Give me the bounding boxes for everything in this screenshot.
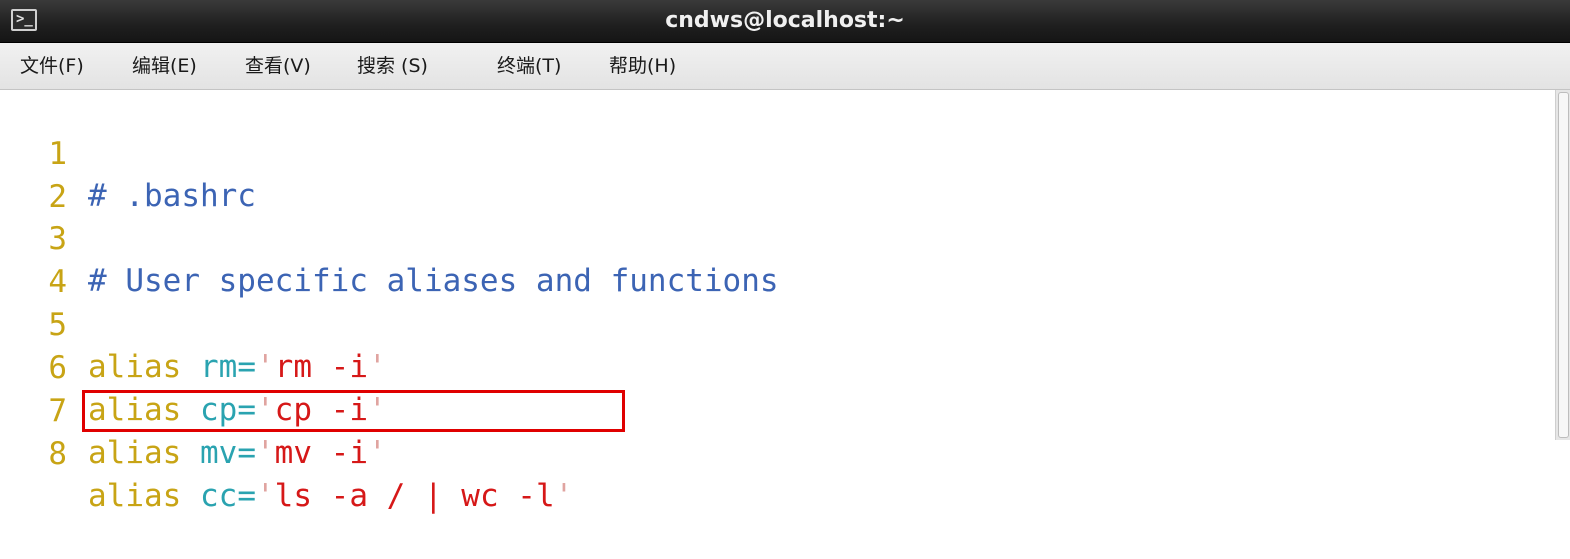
equals-sign: =	[237, 478, 256, 514]
open-quote: '	[256, 435, 275, 471]
menu-help[interactable]: 帮助(H)	[609, 43, 676, 89]
alias-name: cc	[200, 478, 238, 514]
title-bar[interactable]: >_ cndws@localhost:~	[0, 0, 1570, 43]
code-line-1: 1 # .bashrc	[0, 91, 1555, 214]
editor-area[interactable]: 1 # .bashrc 2 3 # User specific aliases …	[0, 90, 1555, 514]
code-line-5: 5 alias rm='rm -i'	[0, 262, 1555, 385]
highlight-box	[82, 390, 625, 432]
alias-keyword: alias	[88, 478, 182, 514]
menu-bar: 文件(F) 编辑(E) 查看(V) 搜索 (S) 终端(T) 帮助(H)	[0, 43, 1570, 90]
window-title: cndws@localhost:~	[665, 8, 905, 33]
equals-sign: =	[237, 435, 256, 471]
code-line-3: 3 # User specific aliases and functions	[0, 176, 1555, 299]
menu-search[interactable]: 搜索 (S)	[357, 43, 428, 89]
scrollbar-thumb[interactable]	[1558, 92, 1569, 438]
code-line-2: 2	[0, 134, 1555, 215]
line-number: 8	[48, 436, 67, 472]
close-quote: '	[368, 435, 387, 471]
code-line-7: 7 alias mv='mv -i'	[0, 348, 1555, 471]
menu-view[interactable]: 查看(V)	[245, 43, 311, 89]
alias-name: mv	[200, 435, 238, 471]
alias-value: ls -a / | wc -l	[274, 478, 555, 514]
menu-terminal[interactable]: 终端(T)	[497, 43, 561, 89]
menu-edit[interactable]: 编辑(E)	[132, 43, 197, 89]
vertical-scrollbar[interactable]	[1555, 90, 1570, 440]
alias-value: mv -i	[274, 435, 368, 471]
code-line-6: 6 alias cp='cp -i'	[0, 305, 1555, 428]
open-quote: '	[256, 478, 275, 514]
menu-file[interactable]: 文件(F)	[20, 43, 84, 89]
code-line-4: 4	[0, 219, 1555, 300]
terminal-window: >_ cndws@localhost:~ 文件(F) 编辑(E) 查看(V) 搜…	[0, 0, 1570, 514]
close-quote: '	[554, 478, 574, 514]
